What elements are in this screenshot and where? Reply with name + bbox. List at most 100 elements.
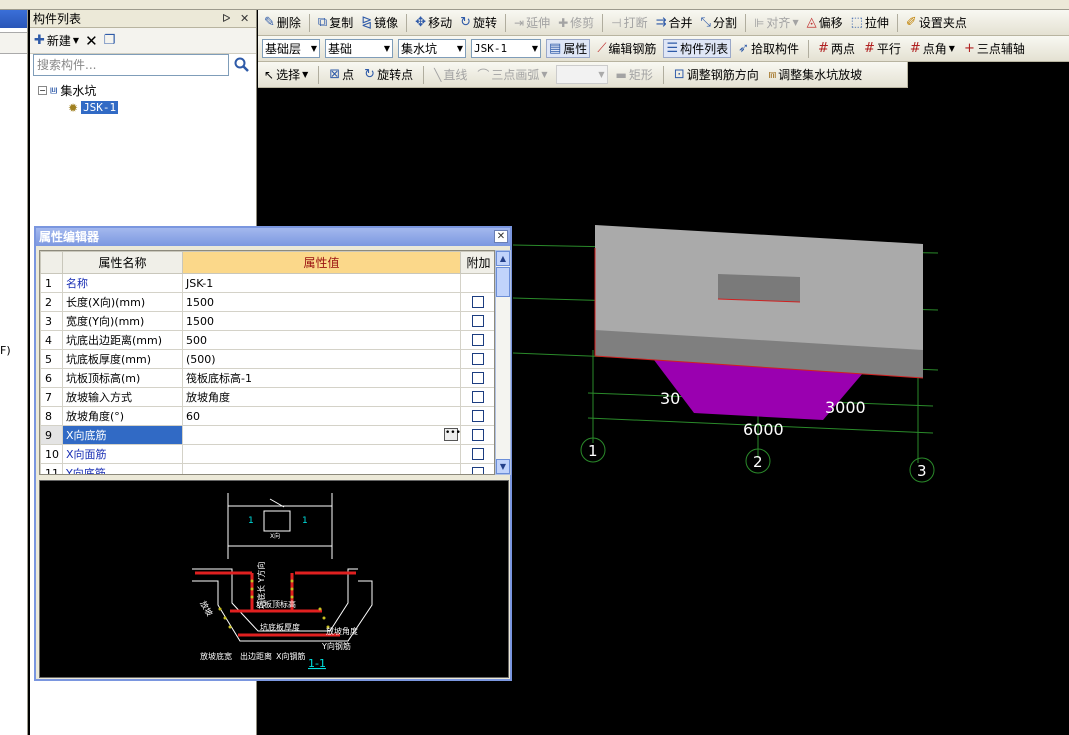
adjust-rebar-direction-button[interactable]: ⊡ 调整钢筋方向 xyxy=(672,66,761,83)
table-row[interactable]: 6 坑板顶标高(m) 筏板底标高-1 xyxy=(40,368,494,388)
collapse-icon[interactable]: − xyxy=(38,86,47,95)
extend-button[interactable]: ⇥ 延伸 xyxy=(512,14,552,31)
type-select[interactable]: 集水坑 ▼ xyxy=(398,39,466,58)
copy-button[interactable]: ⧉ 复制 xyxy=(316,14,355,31)
grid-header-name: 属性名称 xyxy=(62,251,183,274)
close-icon[interactable]: ✕ xyxy=(494,230,508,243)
rotate-point-button[interactable]: ↻ 旋转点 xyxy=(362,66,415,83)
extra-checkbox[interactable] xyxy=(472,315,484,327)
property-value[interactable] xyxy=(182,463,461,474)
break-button[interactable]: ⊣ 打断 xyxy=(609,14,649,31)
extra-checkbox[interactable] xyxy=(472,296,484,308)
parallel-button[interactable]: # 平行 xyxy=(862,40,903,57)
separator xyxy=(808,39,810,58)
close-icon[interactable]: ✕ xyxy=(240,10,249,28)
table-row-selected[interactable]: 9 X向底筋 ••• xyxy=(40,425,494,445)
property-grid-scrollbar[interactable]: ▲ ▼ xyxy=(495,250,511,475)
extra-checkbox[interactable] xyxy=(472,353,484,365)
arc-option-select[interactable]: ▼ xyxy=(555,65,608,84)
property-value[interactable]: 放坡角度 xyxy=(182,387,461,407)
point-angle-button[interactable]: # 点角 ▼ xyxy=(908,40,957,57)
category-select[interactable]: 基础 ▼ xyxy=(325,39,393,58)
delete-button[interactable]: ✎ 删除 xyxy=(262,14,303,31)
point-label: 点 xyxy=(342,68,355,82)
rectangle-button[interactable]: ▬ 矩形 xyxy=(614,66,655,83)
arc-button[interactable]: ⌒ 三点画弧 ▼ xyxy=(475,66,549,83)
table-row[interactable]: 1 名称 JSK-1 xyxy=(40,273,494,293)
extra-checkbox[interactable] xyxy=(472,448,484,460)
move-button[interactable]: ✥ 移动 xyxy=(413,14,454,31)
extra-checkbox[interactable] xyxy=(472,334,484,346)
two-point-button[interactable]: # 两点 xyxy=(816,40,857,57)
split-button[interactable]: ⤡ 分割 xyxy=(699,14,739,31)
merge-button[interactable]: ⇉ 合并 xyxy=(654,14,695,31)
ellipsis-button[interactable]: ••• xyxy=(444,428,460,441)
extra-checkbox[interactable] xyxy=(472,391,484,403)
toolbar-edit: ✎ 删除 ⧉ 复制 ⧎ 镜像 ✥ 移动 ↻ 旋转 ⇥ 延伸 ✚ 修剪 ⊣ 打断 ⇉ 合并 ⤡ 分割 … xyxy=(258,10,1069,36)
select-button[interactable]: ↖ 选择 ▼ xyxy=(262,66,310,83)
cursor-icon: ↖ xyxy=(264,67,275,82)
property-value[interactable]: 60 xyxy=(182,406,461,426)
edit-rebar-label: 编辑钢筋 xyxy=(608,42,657,56)
slab-opening xyxy=(718,274,800,302)
extra-checkbox[interactable] xyxy=(472,410,484,422)
scroll-thumb[interactable] xyxy=(496,267,510,297)
extra-checkbox[interactable] xyxy=(472,467,484,474)
row-index: 3 xyxy=(40,311,63,331)
new-button[interactable]: ✚ 新建 ▼ xyxy=(34,32,79,49)
table-row[interactable]: 10 X向面筋 xyxy=(40,444,494,464)
separator xyxy=(662,65,664,84)
component-list-title-text: 构件列表 xyxy=(33,12,82,26)
adjust-slope-button[interactable]: ⩎ 调整集水坑放坡 xyxy=(767,66,864,83)
property-value[interactable]: 筏板底标高-1 xyxy=(182,368,461,388)
floor-select[interactable]: 基础层 ▼ xyxy=(262,39,320,58)
table-row[interactable]: 4 坑底出边距离(mm) 500 xyxy=(40,330,494,350)
search-icon[interactable] xyxy=(230,54,254,76)
property-value[interactable]: 500 xyxy=(182,330,461,350)
set-grip-button[interactable]: ✐ 设置夹点 xyxy=(904,14,969,31)
property-value[interactable] xyxy=(182,444,461,464)
offset-button[interactable]: ◬ 偏移 xyxy=(805,14,845,31)
table-row[interactable]: 2 长度(X向)(mm) 1500 xyxy=(40,292,494,312)
pin-icon[interactable]: ᐅ xyxy=(222,10,230,28)
table-row[interactable]: 5 坑底板厚度(mm) (500) xyxy=(40,349,494,369)
tree-root[interactable]: − ⩏ 集水坑 xyxy=(38,82,118,99)
table-row[interactable]: 3 宽度(Y向)(mm) 1500 xyxy=(40,311,494,331)
search-input[interactable]: 搜索构件... xyxy=(33,54,229,76)
extra-cell xyxy=(460,292,494,312)
point-button[interactable]: ⊠ 点 xyxy=(327,66,356,83)
table-row[interactable]: 7 放坡输入方式 放坡角度 xyxy=(40,387,494,407)
three-point-axis-button[interactable]: + 三点辅轴 xyxy=(962,40,1027,57)
property-value[interactable]: ••• xyxy=(182,425,461,445)
property-value[interactable]: 1500 xyxy=(182,311,461,331)
section-label: 放坡角度 xyxy=(326,626,358,636)
tree-item[interactable]: ✹ JSK-1 xyxy=(38,99,119,116)
component-list-button[interactable]: ☰ 构件列表 xyxy=(663,39,732,58)
left-edge-text: F) xyxy=(0,344,11,357)
copy-icon[interactable]: ❐ xyxy=(104,33,116,48)
edit-rebar-button[interactable]: ⟋ 编辑钢筋 xyxy=(595,40,658,57)
table-row[interactable]: 11 Y向底筋 xyxy=(40,463,494,474)
table-row[interactable]: 8 放坡角度(°) 60 xyxy=(40,406,494,426)
pick-component-button[interactable]: ➶ 拾取构件 xyxy=(736,40,801,57)
delete-icon[interactable]: ✕ xyxy=(85,32,98,50)
align-button[interactable]: ⊫ 对齐 ▼ xyxy=(752,14,801,31)
extra-checkbox[interactable] xyxy=(472,372,484,384)
rotate-button[interactable]: ↻ 旋转 xyxy=(458,14,499,31)
scroll-up-icon[interactable]: ▲ xyxy=(496,251,510,266)
property-value[interactable]: 1500 xyxy=(182,292,461,312)
line-button[interactable]: ╲ 直线 xyxy=(432,66,469,83)
stretch-button[interactable]: ⬚ 拉伸 xyxy=(849,14,891,31)
property-value[interactable]: JSK-1 xyxy=(182,273,461,293)
component-select[interactable]: JSK-1 ▼ xyxy=(471,39,541,58)
property-editor-dialog: 属性编辑器 ✕ 属性名称 属性值 附加 1 名称 JSK-1 2 长度(X向)(… xyxy=(34,226,512,681)
extra-checkbox[interactable] xyxy=(472,429,484,441)
extra-cell xyxy=(460,311,494,331)
row-index: 5 xyxy=(40,349,63,369)
properties-button[interactable]: ▤ 属性 xyxy=(546,39,591,58)
copy-icon: ⧉ xyxy=(317,15,328,30)
scroll-down-icon[interactable]: ▼ xyxy=(496,459,510,474)
property-value[interactable]: (500) xyxy=(182,349,461,369)
trim-button[interactable]: ✚ 修剪 xyxy=(556,14,596,31)
mirror-button[interactable]: ⧎ 镜像 xyxy=(359,14,400,31)
